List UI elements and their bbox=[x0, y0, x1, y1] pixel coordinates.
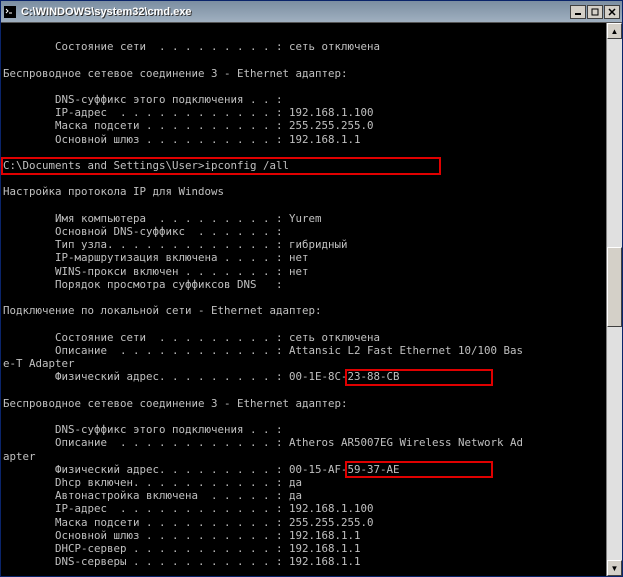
titlebar-buttons bbox=[570, 5, 620, 19]
window-title: C:\WINDOWS\system32\cmd.exe bbox=[21, 6, 570, 18]
window-frame: C:\WINDOWS\system32\cmd.exe Состояние се… bbox=[0, 0, 623, 577]
highlight-mac-2 bbox=[345, 461, 493, 478]
cmd-icon bbox=[3, 5, 17, 19]
scroll-thumb[interactable] bbox=[607, 247, 622, 327]
console-area: Состояние сети . . . . . . . . . : сеть … bbox=[1, 23, 622, 576]
console-output[interactable]: Состояние сети . . . . . . . . . : сеть … bbox=[1, 23, 606, 576]
close-button[interactable] bbox=[604, 5, 620, 19]
scroll-up-button[interactable]: ▲ bbox=[607, 23, 622, 39]
titlebar[interactable]: C:\WINDOWS\system32\cmd.exe bbox=[1, 1, 622, 23]
scroll-down-button[interactable]: ▼ bbox=[607, 560, 622, 576]
maximize-button[interactable] bbox=[587, 5, 603, 19]
vertical-scrollbar[interactable]: ▲ ▼ bbox=[606, 23, 622, 576]
highlight-command bbox=[1, 157, 441, 175]
minimize-button[interactable] bbox=[570, 5, 586, 19]
highlight-mac-1 bbox=[345, 369, 493, 386]
scroll-track[interactable] bbox=[607, 39, 622, 560]
